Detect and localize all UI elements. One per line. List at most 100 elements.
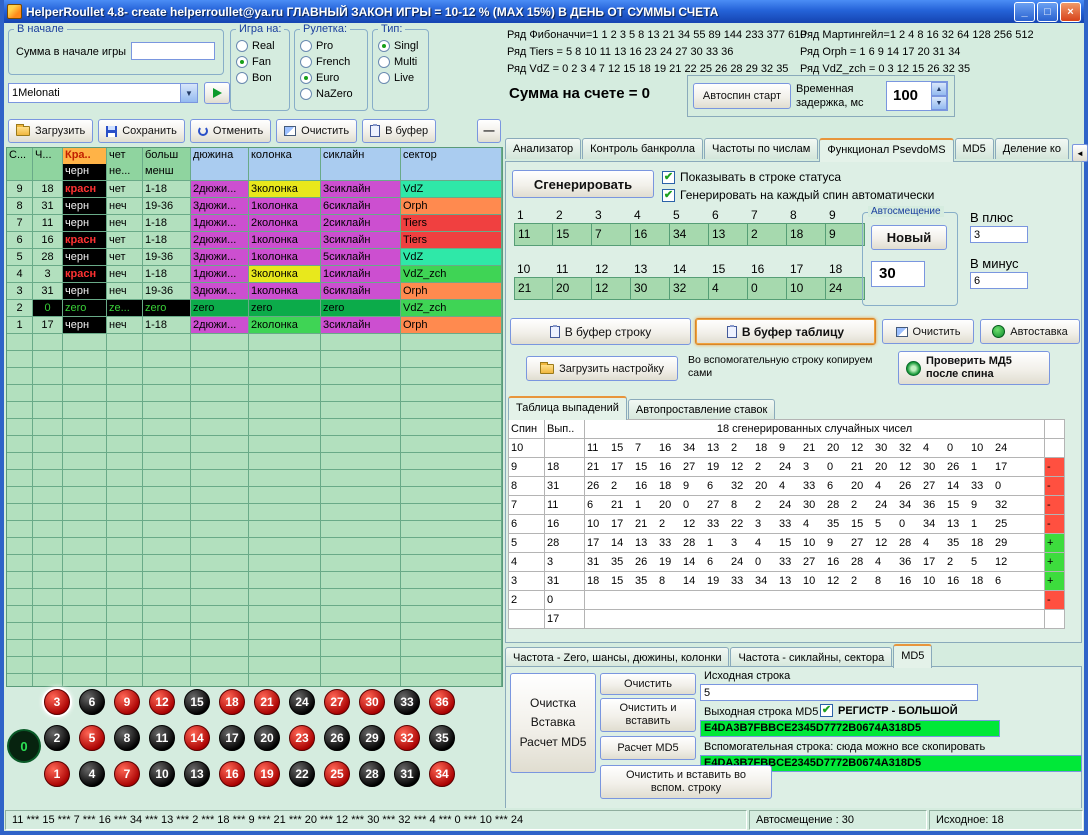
start-sum-input[interactable] — [131, 42, 215, 60]
tabs-scroll-left-icon[interactable]: ◄ — [1072, 144, 1088, 162]
empty-cell — [143, 368, 191, 385]
roulette-number-29[interactable]: 29 — [359, 725, 385, 751]
roulette-number-10[interactable]: 10 — [149, 761, 175, 787]
roulette-number-26[interactable]: 26 — [324, 725, 350, 751]
tab-автопроставление-ставок[interactable]: Автопроставление ставок — [628, 399, 775, 420]
save-button[interactable]: Сохранить — [98, 119, 185, 143]
autospin-start-button[interactable]: Автоспин старт — [693, 83, 791, 109]
roulette-number-15[interactable]: 15 — [184, 689, 210, 715]
buffer-row-button[interactable]: В буфер строку — [510, 318, 691, 345]
generate-button[interactable]: Сгенерировать — [512, 170, 654, 198]
roulette-number-18[interactable]: 18 — [219, 689, 245, 715]
roulette-number-0[interactable]: 0 — [9, 731, 39, 761]
roulette-number-28[interactable]: 28 — [359, 761, 385, 787]
tab-таблица-выпадений[interactable]: Таблица выпадений — [508, 396, 627, 420]
check-md5-button[interactable]: Проверить МД5 после спина — [898, 351, 1050, 385]
roulette-number-32[interactable]: 32 — [394, 725, 420, 751]
roulette-number-16[interactable]: 16 — [219, 761, 245, 787]
roulette-number-21[interactable]: 21 — [254, 689, 280, 715]
radio-singl[interactable]: Singl — [378, 40, 423, 52]
roulette-number-22[interactable]: 22 — [289, 761, 315, 787]
radio-pro[interactable]: Pro — [300, 40, 362, 52]
roulette-number-35[interactable]: 35 — [429, 725, 455, 751]
radio-nazero[interactable]: NaZero — [300, 88, 362, 100]
roulette-number-14[interactable]: 14 — [184, 725, 210, 751]
clear-button[interactable]: Очистить — [276, 119, 357, 143]
collapse-button[interactable]: — — [477, 119, 501, 143]
delay-spinner[interactable]: 100 ▲ ▼ — [886, 81, 948, 111]
generate-each-spin-checkbox[interactable]: ✔ Генерировать на каждый спин автоматиче… — [662, 188, 934, 202]
spinner-down-icon[interactable]: ▼ — [931, 96, 947, 110]
preset-combobox[interactable]: 1Melonati ▼ — [8, 83, 198, 103]
radio-french[interactable]: French — [300, 56, 362, 68]
roulette-number-8[interactable]: 8 — [114, 725, 140, 751]
radio-live[interactable]: Live — [378, 72, 423, 84]
roulette-number-2[interactable]: 2 — [44, 725, 70, 751]
md5-clear-insert-button[interactable]: Очистить и вставить — [600, 698, 696, 732]
md5-output-field[interactable]: E4DA3B7FBBCE2345D7772B0674A318D5 — [700, 720, 1000, 737]
tab-частота-сиклайны-сектора[interactable]: Частота - сиклайны, сектора — [730, 647, 892, 668]
roulette-number-17[interactable]: 17 — [219, 725, 245, 751]
md5-clear-insert-aux-button[interactable]: Очистить и вставить во вспом. строку — [600, 765, 772, 799]
roulette-number-13[interactable]: 13 — [184, 761, 210, 787]
tab-md5[interactable]: MD5 — [893, 644, 932, 668]
md5-calc-button[interactable]: Расчет MD5 — [600, 736, 696, 760]
autostake-button[interactable]: Автоставка — [980, 319, 1080, 344]
radio-multi[interactable]: Multi — [378, 56, 423, 68]
roulette-number-34[interactable]: 34 — [429, 761, 455, 787]
roulette-number-20[interactable]: 20 — [254, 725, 280, 751]
roulette-number-19[interactable]: 19 — [254, 761, 280, 787]
tab-md5[interactable]: MD5 — [955, 138, 994, 159]
tab-деление-ко[interactable]: Деление ко — [995, 138, 1069, 159]
roulette-number-3[interactable]: 3 — [44, 689, 70, 715]
spinner-up-icon[interactable]: ▲ — [931, 82, 947, 96]
minus-input[interactable] — [970, 272, 1028, 289]
run-preset-button[interactable] — [204, 82, 230, 104]
to-buffer-button[interactable]: В буфер — [362, 119, 436, 143]
roulette-number-11[interactable]: 11 — [149, 725, 175, 751]
radio-real[interactable]: Real — [236, 40, 284, 52]
roulette-number-7[interactable]: 7 — [114, 761, 140, 787]
roulette-number-25[interactable]: 25 — [324, 761, 350, 787]
roulette-number-6[interactable]: 6 — [79, 689, 105, 715]
tab-частоты-по-числам[interactable]: Частоты по числам — [704, 138, 818, 159]
clear-grid-button[interactable]: Очистить — [882, 319, 974, 344]
load-settings-button[interactable]: Загрузить настройку — [526, 356, 678, 381]
roulette-number-12[interactable]: 12 — [149, 689, 175, 715]
chevron-down-icon[interactable]: ▼ — [180, 84, 197, 102]
roulette-number-33[interactable]: 33 — [394, 689, 420, 715]
roulette-number-4[interactable]: 4 — [79, 761, 105, 787]
show-in-status-checkbox[interactable]: ✔ Показывать в строке статуса — [662, 170, 841, 184]
roulette-number-27[interactable]: 27 — [324, 689, 350, 715]
radio-fan[interactable]: Fan — [236, 56, 284, 68]
roulette-number-23[interactable]: 23 — [289, 725, 315, 751]
roulette-group-title: Рулетка: — [300, 23, 350, 35]
maximize-button[interactable]: □ — [1037, 2, 1058, 22]
roulette-number-9[interactable]: 9 — [114, 689, 140, 715]
md5-register-checkbox[interactable]: ✔ РЕГИСТР - БОЛЬШОЙ — [820, 704, 958, 717]
md5-clear-button[interactable]: Очистить — [600, 673, 696, 695]
new-shift-button[interactable]: Новый — [871, 225, 947, 250]
roulette-number-36[interactable]: 36 — [429, 689, 455, 715]
buffer-table-button[interactable]: В буфер таблицу — [695, 318, 876, 345]
roulette-number-1[interactable]: 1 — [44, 761, 70, 787]
titlebar[interactable]: HelperRoullet 4.8- create helperroullet@… — [4, 0, 1084, 23]
tab-контроль-банкролла[interactable]: Контроль банкролла — [582, 138, 703, 159]
close-button[interactable]: × — [1060, 2, 1081, 22]
undo-button[interactable]: Отменить — [190, 119, 271, 143]
roulette-number-31[interactable]: 31 — [394, 761, 420, 787]
empty-cell — [321, 521, 401, 538]
tab-частота-zero-шансы-дюжины-колонки[interactable]: Частота - Zero, шансы, дюжины, колонки — [505, 647, 729, 668]
minimize-button[interactable]: _ — [1014, 2, 1035, 22]
radio-euro[interactable]: Euro — [300, 72, 362, 84]
roulette-number-24[interactable]: 24 — [289, 689, 315, 715]
roulette-number-30[interactable]: 30 — [359, 689, 385, 715]
roulette-number-5[interactable]: 5 — [79, 725, 105, 751]
md5-all-in-one-button[interactable]: Очистка Вставка Расчет MD5 — [510, 673, 596, 773]
plus-input[interactable] — [970, 226, 1028, 243]
md5-source-input[interactable] — [700, 684, 978, 701]
tab-анализатор[interactable]: Анализатор — [505, 138, 581, 159]
load-button[interactable]: Загрузить — [8, 119, 93, 143]
tab-функционал-psevdoms[interactable]: Функционал PsevdoMS — [819, 138, 953, 162]
radio-bon[interactable]: Bon — [236, 72, 284, 84]
